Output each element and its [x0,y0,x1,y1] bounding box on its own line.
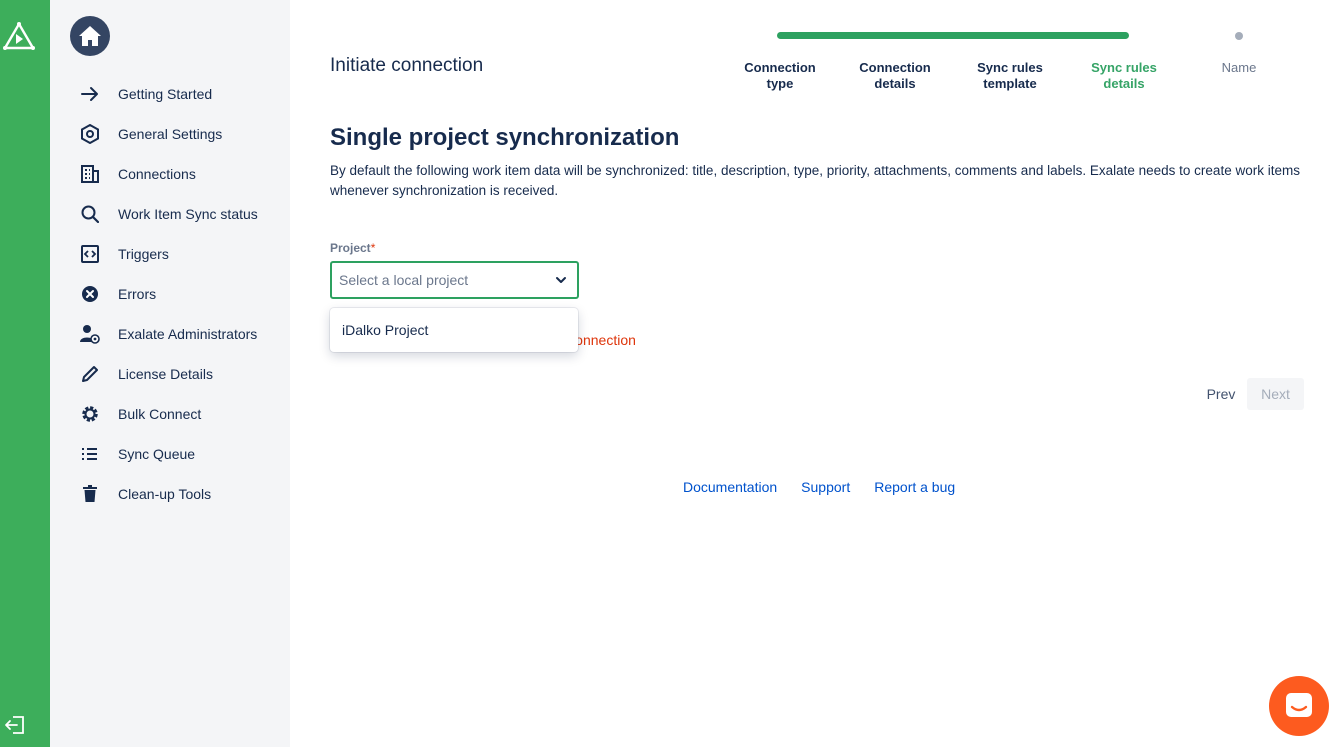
project-select[interactable]: Select a local project [330,261,579,299]
error-x-icon [78,282,102,306]
wizard-step-dot [1235,32,1243,40]
sidebar-item-label: License Details [118,366,213,382]
gear-icon [78,402,102,426]
sidebar-item-errors[interactable]: Errors [78,274,288,314]
section-heading: Single project synchronization [330,124,680,151]
search-icon [78,202,102,226]
logout-icon[interactable] [4,714,26,736]
sidebar-item-exalate-administrators[interactable]: Exalate Administrators [78,314,288,354]
prev-button[interactable]: Prev [1196,378,1246,410]
app-rail [0,0,50,747]
chat-icon [1286,693,1312,717]
sidebar-item-triggers[interactable]: Triggers [78,234,288,274]
sidebar-item-label: Errors [118,286,157,302]
required-asterisk: * [370,241,376,255]
home-icon [79,26,101,46]
trash-icon [78,482,102,506]
chat-launcher-button[interactable] [1269,676,1329,736]
page-title: Initiate connection [330,55,484,76]
sidebar: Getting Started General Settings Connect… [50,0,290,747]
sidebar-item-label: Bulk Connect [118,406,202,422]
sidebar-nav: Getting Started General Settings Connect… [78,74,288,514]
list-icon [78,442,102,466]
wizard-step-connection-details: Connection details [859,60,931,91]
documentation-link[interactable]: Documentation [683,479,777,495]
main-content: Initiate connection Connection type Conne… [290,0,1331,747]
sidebar-item-label: Getting Started [118,86,213,102]
building-icon [78,162,102,186]
next-button[interactable]: Next [1247,378,1304,410]
project-dropdown-menu: iDalko Project [330,308,578,352]
dropdown-option-idalko-project[interactable]: iDalko Project [342,322,428,338]
sidebar-item-label: Triggers [118,246,169,262]
footer-links: Documentation Support Report a bug [683,479,955,495]
exalate-logo-icon[interactable] [3,22,35,50]
section-description: By default the following work item data … [330,163,1300,198]
sidebar-item-label: Exalate Administrators [118,326,258,342]
home-button[interactable] [70,16,110,56]
sidebar-item-label: Sync Queue [118,446,196,462]
hexagon-settings-icon [78,122,102,146]
wizard-step-connection-type: Connection type [744,60,816,91]
wizard-step-name: Name [1221,60,1257,75]
project-select-placeholder: Select a local project [339,272,469,288]
sidebar-item-work-item-sync-status[interactable]: Work Item Sync status [78,194,288,234]
sidebar-item-label: Clean-up Tools [118,486,212,502]
arrow-right-icon [78,82,102,106]
admin-user-icon [78,322,102,346]
sidebar-item-sync-queue[interactable]: Sync Queue [78,434,288,474]
wizard-step-sync-rules-details: Sync rules details [1091,60,1157,91]
sidebar-item-connections[interactable]: Connections [78,154,288,194]
support-link[interactable]: Support [801,479,850,495]
sidebar-item-general-settings[interactable]: General Settings [78,114,288,154]
wizard-step-sync-rules-template: Sync rules template [977,60,1043,91]
project-field-label: Project* [330,241,376,255]
sidebar-item-license-details[interactable]: License Details [78,354,288,394]
report-bug-link[interactable]: Report a bug [874,479,955,495]
sidebar-item-clean-up-tools[interactable]: Clean-up Tools [78,474,288,514]
sidebar-item-label: Work Item Sync status [118,206,258,222]
sidebar-item-bulk-connect[interactable]: Bulk Connect [78,394,288,434]
code-brackets-icon [78,242,102,266]
sidebar-item-label: Connections [118,166,196,182]
sidebar-item-getting-started[interactable]: Getting Started [78,74,288,114]
chevron-down-icon [556,277,566,283]
wizard-progress-bar [777,32,1129,39]
sidebar-item-label: General Settings [118,126,223,142]
pencil-icon [78,362,102,386]
